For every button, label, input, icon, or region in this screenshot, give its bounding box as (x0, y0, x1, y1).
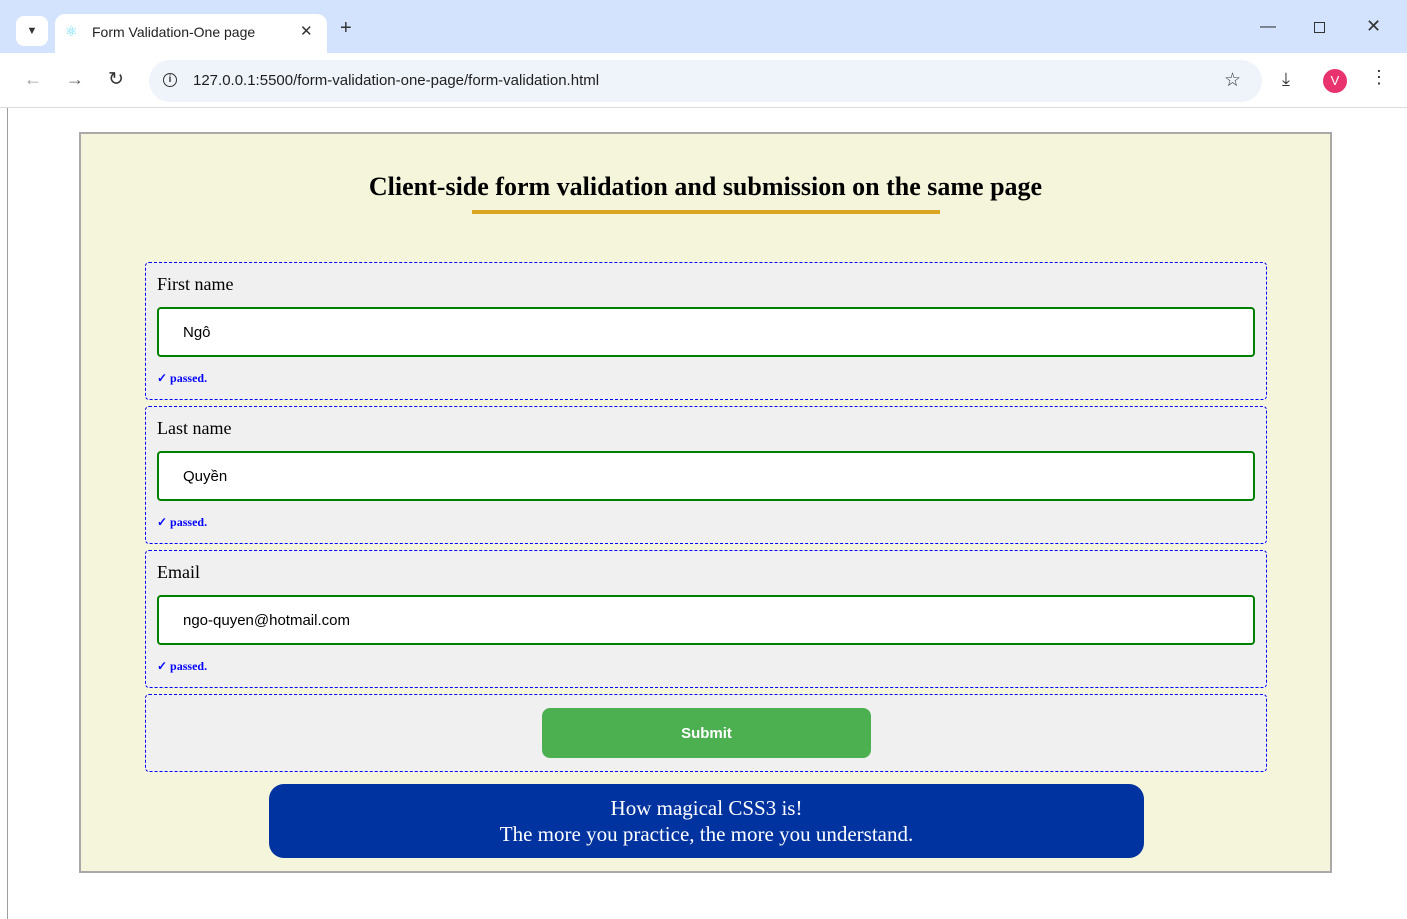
forward-arrow-icon[interactable]: → (66, 69, 84, 90)
submit-group: Submit (145, 694, 1267, 772)
tab-search-menu-button[interactable]: ▼ (16, 16, 48, 46)
page-title: Client-side form validation and submissi… (368, 172, 1043, 201)
reload-icon[interactable]: ↻ (108, 68, 124, 91)
site-info-icon[interactable]: i (163, 73, 177, 87)
last-name-input[interactable] (157, 451, 1255, 501)
plus-icon[interactable]: + (340, 18, 352, 38)
first-name-label: First name (157, 274, 234, 294)
first-name-input[interactable] (157, 307, 1255, 357)
tab-strip: ▼ ⚛ Form Validation-One page ✕ + — ✕ (0, 0, 1407, 53)
browser-toolbar: ← → ↻ i 127.0.0.1:5500/form-validation-o… (0, 53, 1407, 108)
close-icon[interactable]: ✕ (300, 22, 313, 40)
banner-line-1: How magical CSS3 is! (610, 796, 803, 820)
first-name-group: First name ✓ passed. (145, 262, 1267, 400)
url-text[interactable]: 127.0.0.1:5500/form-validation-one-page/… (193, 72, 599, 89)
email-label: Email (157, 562, 200, 582)
window-edge (7, 108, 8, 919)
avatar[interactable]: V (1323, 69, 1347, 93)
email-field[interactable] (157, 595, 1255, 645)
more-vertical-icon[interactable]: ⋮ (1370, 67, 1388, 88)
maximize-icon[interactable] (1314, 22, 1325, 33)
last-name-group: Last name ✓ passed. (145, 406, 1267, 544)
address-bar[interactable]: i 127.0.0.1:5500/form-validation-one-pag… (149, 60, 1262, 102)
window-close-icon[interactable]: ✕ (1366, 16, 1381, 37)
form-container: Client-side form validation and submissi… (79, 132, 1332, 873)
browser-tab[interactable]: ⚛ Form Validation-One page ✕ (55, 14, 327, 53)
download-icon[interactable]: ⤓ (1282, 69, 1290, 90)
tab-title: Form Validation-One page (92, 24, 256, 40)
chevron-down-icon: ▼ (26, 25, 38, 37)
bookmark-star-icon[interactable]: ☆ (1224, 69, 1241, 92)
footer-banner: How magical CSS3 is! The more you practi… (269, 784, 1144, 858)
react-atom-icon: ⚛ (65, 23, 78, 39)
banner-line-2: The more you practice, the more you unde… (499, 822, 914, 846)
first-name-status: ✓ passed. (157, 371, 208, 385)
title-underline (472, 210, 940, 214)
last-name-label: Last name (157, 418, 232, 438)
email-status: ✓ passed. (157, 659, 208, 673)
back-arrow-icon[interactable]: ← (24, 69, 42, 90)
submit-button[interactable]: Submit (542, 708, 871, 758)
last-name-status: ✓ passed. (157, 515, 208, 529)
email-group: Email ✓ passed. (145, 550, 1267, 688)
minimize-icon[interactable]: — (1260, 18, 1276, 36)
